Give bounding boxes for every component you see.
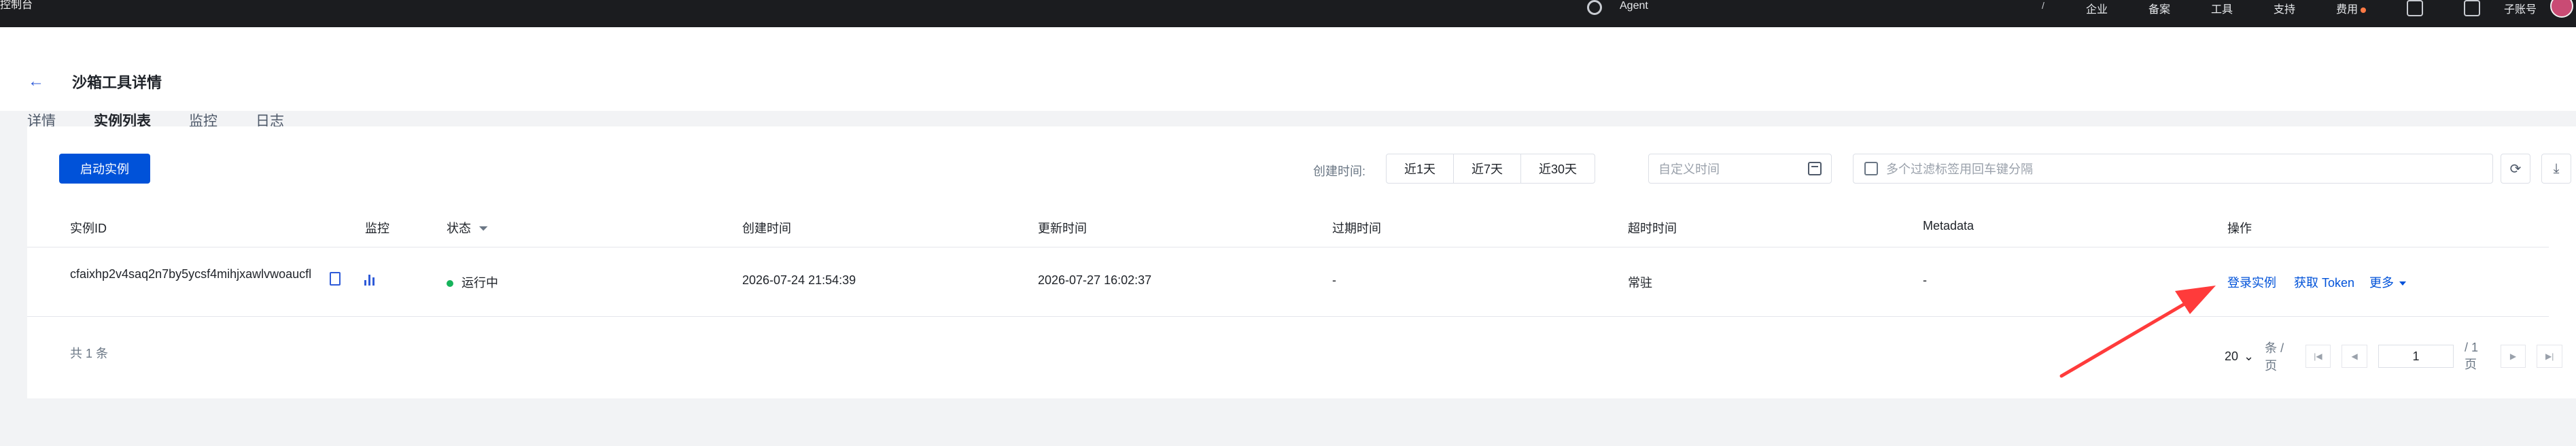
page-header: ← 沙箱工具详情 详情 实例列表 监控 日志 bbox=[0, 27, 2576, 137]
search-icon bbox=[1587, 0, 1602, 15]
col-created: 创建时间 bbox=[742, 222, 791, 235]
time-range-segment: 近1天 近7天 近30天 bbox=[1386, 154, 1596, 184]
calendar-icon bbox=[1808, 162, 1822, 175]
timeout-cell: 常驻 bbox=[1628, 276, 1652, 290]
col-monitoring: 监控 bbox=[365, 222, 389, 235]
pagination: 20 ⌄ 条 / 页 |◀ ◀ 1 / 1 页 ▶ ▶| bbox=[2225, 339, 2563, 374]
login-instance-link[interactable]: 登录实例 bbox=[2227, 273, 2276, 291]
funnel-icon[interactable]: ⏷ bbox=[478, 222, 488, 235]
range-1d[interactable]: 近1天 bbox=[1387, 154, 1455, 183]
menu-enterprise[interactable]: 企业 bbox=[2086, 0, 2108, 16]
custom-date-input[interactable]: 自定义时间 bbox=[1648, 154, 1832, 184]
total-count: 共 1 条 bbox=[70, 347, 109, 360]
global-search[interactable]: Agent bbox=[1587, 0, 1648, 27]
menu-billing[interactable]: 费用 bbox=[2336, 0, 2367, 16]
table-row: cfaixhp2v4saq2n7by5ycsf4mihjxawlvwoaucfl… bbox=[27, 247, 2549, 317]
chevron-down-icon: ⌄ bbox=[2244, 349, 2255, 363]
col-metadata: Metadata bbox=[1923, 219, 1974, 233]
subaccount-label[interactable]: 子账号 bbox=[2504, 0, 2537, 16]
menu-billing-label: 费用 bbox=[2336, 4, 2359, 16]
get-token-link[interactable]: 获取 Token bbox=[2294, 273, 2354, 291]
page-title: 沙箱工具详情 bbox=[72, 74, 162, 91]
top-nav-bar: 控制台 Agent / 企业 备案 工具 支持 费用 子账号 bbox=[0, 0, 2576, 27]
col-status[interactable]: 状态 ⏷ bbox=[447, 219, 488, 237]
menu-tools[interactable]: 工具 bbox=[2211, 0, 2233, 16]
chevron-down-icon bbox=[2399, 281, 2406, 286]
table-footer: 共 1 条 20 ⌄ 条 / 页 |◀ ◀ 1 / 1 页 ▶ ▶| bbox=[27, 317, 2563, 398]
status-dot bbox=[447, 280, 453, 288]
range-7d[interactable]: 近7天 bbox=[1454, 154, 1522, 183]
prev-page-button[interactable]: ◀ bbox=[2342, 345, 2368, 368]
col-actions: 操作 bbox=[2227, 222, 2252, 235]
console-brand[interactable]: 控制台 bbox=[0, 0, 33, 27]
start-instance-button[interactable]: 启动实例 bbox=[59, 154, 150, 184]
per-page-label: 条 / 页 bbox=[2265, 341, 2284, 373]
download-button[interactable]: ⤓ bbox=[2541, 154, 2571, 184]
col-updated: 更新时间 bbox=[1038, 222, 1087, 235]
expire-cell: - bbox=[1332, 273, 1336, 287]
back-arrow-icon[interactable]: ← bbox=[28, 72, 44, 91]
notification-dot bbox=[2361, 7, 2367, 13]
col-expire: 过期时间 bbox=[1332, 222, 1381, 235]
copy-icon[interactable] bbox=[330, 272, 341, 286]
menu-support[interactable]: 支持 bbox=[2274, 0, 2295, 16]
page-total-label: / 1 页 bbox=[2465, 340, 2479, 371]
bell-icon[interactable] bbox=[2407, 0, 2424, 16]
refresh-button[interactable]: ⟳ bbox=[2501, 154, 2530, 184]
table-header: 实例ID 监控 状态 ⏷ 创建时间 更新时间 过期时间 超时时间 Metadat… bbox=[27, 213, 2549, 247]
range-30d[interactable]: 近30天 bbox=[1521, 154, 1595, 183]
col-status-label: 状态 bbox=[447, 222, 471, 235]
created-time-label: 创建时间: bbox=[1313, 165, 1366, 178]
more-dropdown[interactable]: 更多 bbox=[2369, 273, 2406, 291]
first-page-button[interactable]: |◀ bbox=[2305, 345, 2331, 368]
cart-icon[interactable] bbox=[2464, 0, 2481, 16]
last-page-button[interactable]: ▶| bbox=[2537, 345, 2563, 368]
status-text: 运行中 bbox=[462, 276, 498, 290]
download-icon: ⤓ bbox=[2553, 160, 2560, 176]
col-timeout: 超时时间 bbox=[1628, 222, 1677, 235]
status-cell: 运行中 bbox=[447, 273, 498, 291]
next-page-button[interactable]: ▶ bbox=[2500, 345, 2526, 368]
filter-icon bbox=[1864, 162, 1878, 175]
refresh-icon: ⟳ bbox=[2509, 161, 2522, 177]
avatar[interactable] bbox=[2550, 0, 2573, 18]
bar-chart-icon[interactable] bbox=[364, 272, 378, 286]
filter-placeholder: 多个过滤标签用回车键分隔 bbox=[1886, 162, 2033, 176]
updated-cell: 2026-07-27 16:02:37 bbox=[1038, 273, 1152, 287]
tag-filter-input[interactable]: 多个过滤标签用回车键分隔 bbox=[1853, 154, 2493, 184]
col-instance-id: 实例ID bbox=[70, 222, 107, 235]
instance-id: cfaixhp2v4saq2n7by5ycsf4mihjxawlvwoaucfl bbox=[70, 267, 312, 281]
menu-filing[interactable]: 备案 bbox=[2148, 0, 2170, 16]
page-size-value: 20 bbox=[2225, 349, 2239, 363]
page-size-select[interactable]: 20 ⌄ bbox=[2225, 349, 2254, 364]
custom-date-placeholder: 自定义时间 bbox=[1658, 162, 1720, 176]
top-menu: 企业 备案 工具 支持 费用 bbox=[2086, 0, 2481, 16]
search-shortcut: / bbox=[2042, 0, 2044, 11]
page-number-input[interactable]: 1 bbox=[2378, 345, 2454, 368]
search-text: Agent bbox=[1620, 0, 1648, 12]
instance-list-card: 启动实例 创建时间: 近1天 近7天 近30天 自定义时间 多个过滤标签用回车键… bbox=[27, 126, 2576, 398]
more-label: 更多 bbox=[2369, 276, 2394, 290]
created-cell: 2026-07-24 21:54:39 bbox=[742, 273, 856, 287]
metadata-cell: - bbox=[1923, 273, 1927, 287]
